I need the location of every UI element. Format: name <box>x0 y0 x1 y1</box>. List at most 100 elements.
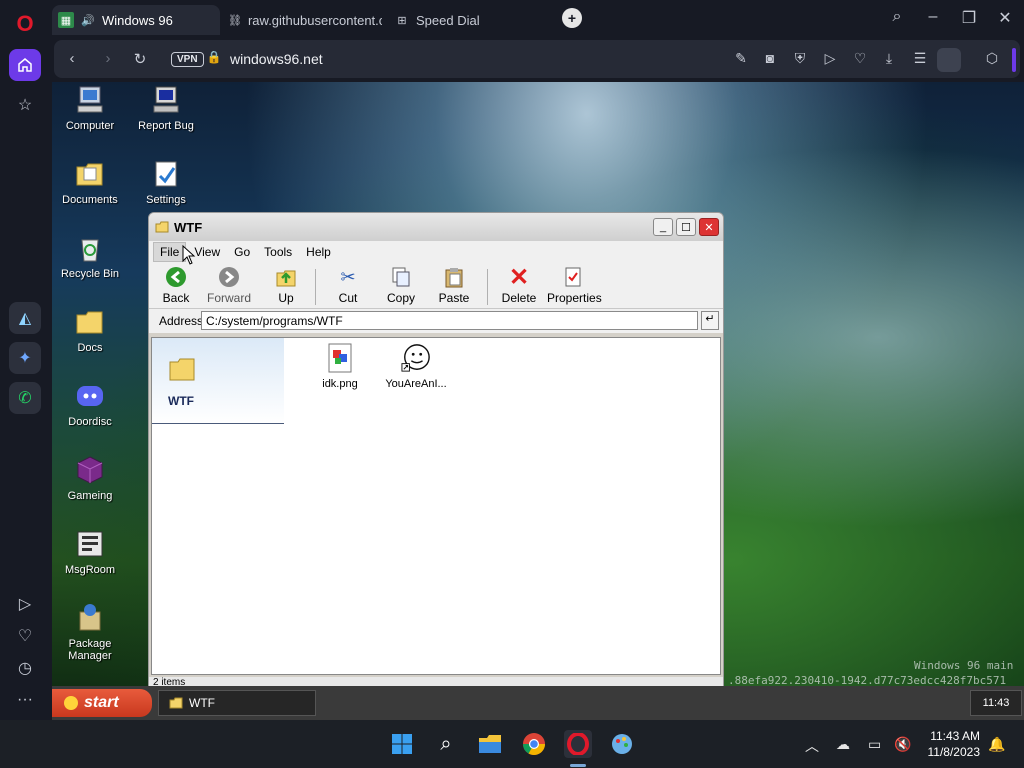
menu-go[interactable]: Go <box>228 243 256 261</box>
desktop-icon-recycle-bin[interactable]: Recycle Bin <box>52 232 128 280</box>
star-icon[interactable]: ☆ <box>9 89 41 121</box>
profile-icon[interactable] <box>937 48 961 72</box>
file-view[interactable]: WTF idk.png YouAreAnI... <box>151 337 721 675</box>
close-button[interactable]: ✕ <box>994 8 1016 28</box>
tab-github[interactable]: ⛓ raw.githubusercontent.com <box>222 5 382 35</box>
tab-label: Speed Dial <box>416 12 480 28</box>
chevron-up-icon[interactable]: ︿ <box>805 736 819 756</box>
start-button[interactable]: start <box>52 689 152 717</box>
explorer-address-row: Address C:/system/programs/WTF ↵ <box>149 309 723 333</box>
home-icon[interactable] <box>9 49 41 81</box>
up-button[interactable]: Up <box>271 265 301 305</box>
msgroom-icon <box>77 531 103 557</box>
w96-clock: 11:43 <box>970 690 1022 716</box>
edit-icon[interactable]: ✎ <box>731 50 751 67</box>
messenger-icon[interactable]: ✦ <box>9 342 41 374</box>
tab-speed-dial[interactable]: ⊞ Speed Dial <box>388 5 548 35</box>
explorer-maximize-button[interactable]: ☐ <box>676 218 696 236</box>
copy-icon <box>389 265 413 289</box>
search-icon[interactable]: ⌕ <box>432 730 460 758</box>
explorer-toolbar: Back Forward Up ✂ Cut Copy Paste ✕ Delet… <box>149 263 723 309</box>
new-tab-button[interactable]: + <box>562 8 582 28</box>
camera-icon[interactable]: ◙ <box>760 50 780 66</box>
lock-icon[interactable]: 🔒 <box>204 50 224 64</box>
recycle-bin-icon <box>81 239 99 262</box>
desktop-icon-report-bug[interactable]: Report Bug <box>128 84 204 132</box>
whatsapp-icon[interactable]: ✆ <box>9 382 41 414</box>
address-field[interactable]: C:/system/programs/WTF <box>201 311 698 330</box>
smiley-start-icon <box>64 696 78 710</box>
taskbar-item-wtf[interactable]: WTF <box>158 690 316 716</box>
forward-button[interactable]: Forward <box>207 265 251 305</box>
os-clock[interactable]: 11:43 AM 11/8/2023 <box>920 728 981 760</box>
tab-windows96[interactable]: ▦ 🔊 Windows 96 <box>52 5 220 35</box>
desktop-icon-doordisc[interactable]: Doordisc <box>52 380 128 428</box>
minimize-button[interactable]: – <box>922 8 944 26</box>
desktop-icon-settings[interactable]: Settings <box>128 158 204 206</box>
forward-icon[interactable]: › <box>98 50 118 67</box>
reload-icon[interactable]: ↻ <box>130 50 150 68</box>
cloud-offline-icon[interactable]: ☁ <box>836 736 850 753</box>
chrome-icon[interactable] <box>520 730 548 758</box>
back-icon[interactable]: ‹ <box>62 50 82 67</box>
opera-taskbar-icon[interactable] <box>564 730 592 758</box>
restore-button[interactable]: ❐ <box>958 8 980 28</box>
vpn-badge[interactable]: VPN <box>171 52 204 67</box>
opera-logo-icon[interactable]: O <box>9 8 41 40</box>
search-tabs-icon[interactable]: ⌕ <box>886 8 908 26</box>
desktop-icon-docs[interactable]: Docs <box>52 306 128 354</box>
extensions-icon[interactable]: ⬡ <box>982 50 1002 67</box>
more-icon[interactable]: ··· <box>9 684 41 716</box>
volume-muted-icon[interactable]: 🔇 <box>894 736 911 753</box>
desktop-icon-package-manager[interactable]: Package Manager <box>52 602 128 662</box>
heart-icon[interactable]: ♡ <box>850 50 870 67</box>
history-icon[interactable]: ◷ <box>9 652 41 684</box>
aria-icon[interactable]: ◭ <box>9 302 41 334</box>
toolbar-separator <box>487 269 488 305</box>
link-icon: ⛓ <box>228 14 242 27</box>
explorer-titlebar[interactable]: WTF <box>149 213 723 241</box>
download-icon[interactable]: ⤓ <box>879 50 899 67</box>
tab-bar: ▦ 🔊 Windows 96 ⛓ raw.githubusercontent.c… <box>52 0 1024 38</box>
cut-button[interactable]: ✂ Cut <box>333 265 363 306</box>
settings-icon <box>155 161 177 187</box>
explorer-minimize-button[interactable]: _ <box>653 218 673 236</box>
file-explorer-icon[interactable] <box>476 730 504 758</box>
settings-sliders-icon[interactable]: ☰ <box>910 50 930 67</box>
file-item-idk-png[interactable]: idk.png <box>300 342 380 390</box>
copy-button[interactable]: Copy <box>385 265 417 305</box>
properties-button[interactable]: Properties <box>547 265 602 305</box>
w96-taskbar: start WTF 11:43 <box>52 686 1024 720</box>
scissors-icon: ✂ <box>340 266 356 287</box>
go-button[interactable]: ↵ <box>701 311 719 330</box>
menu-tools[interactable]: Tools <box>258 243 298 261</box>
desktop-icon-gameing[interactable]: Gameing <box>52 454 128 502</box>
explorer-title: WTF <box>174 219 203 235</box>
notification-bell-icon[interactable]: 🔔 <box>988 736 1005 753</box>
speaker-icon[interactable]: 🔊 <box>80 12 96 28</box>
shield-icon[interactable]: ⛨ <box>790 50 810 67</box>
discord-icon <box>77 386 103 406</box>
display-icon[interactable]: ▭ <box>868 736 881 753</box>
heart-icon[interactable]: ♡ <box>9 620 41 652</box>
paste-button[interactable]: Paste <box>437 265 471 305</box>
back-arrow-icon <box>164 265 188 289</box>
desktop-icon-documents[interactable]: Documents <box>52 158 128 206</box>
delete-button[interactable]: ✕ Delete <box>501 264 537 306</box>
desktop-icon-computer[interactable]: Computer <box>52 84 128 132</box>
desktop-icon-msgroom[interactable]: MsgRoom <box>52 528 128 576</box>
smiley-shortcut-icon <box>401 344 430 372</box>
explorer-menubar: File View Go Tools Help <box>149 241 723 263</box>
back-button[interactable]: Back <box>161 265 191 305</box>
explorer-window[interactable]: WTF _ ☐ ✕ File View Go Tools Help Back F… <box>148 212 724 692</box>
os-taskbar: ⌕ ︿ ☁ ▭ 🔇 11:43 AM 11/8/2023 🔔 <box>0 720 1024 768</box>
explorer-close-button[interactable]: ✕ <box>699 218 719 236</box>
player-icon[interactable]: ▷ <box>9 588 41 620</box>
paint-icon[interactable] <box>608 730 636 758</box>
menu-help[interactable]: Help <box>300 243 337 261</box>
browser-sidebar: O ☆ ◭ ✦ ✆ ▷ ♡ ◷ ··· <box>0 0 52 720</box>
play-icon[interactable]: ▷ <box>820 50 840 67</box>
url-field[interactable]: windows96.net <box>230 51 323 67</box>
file-item-youareani[interactable]: YouAreAnI... <box>376 342 456 390</box>
windows-start-icon[interactable] <box>388 730 416 758</box>
